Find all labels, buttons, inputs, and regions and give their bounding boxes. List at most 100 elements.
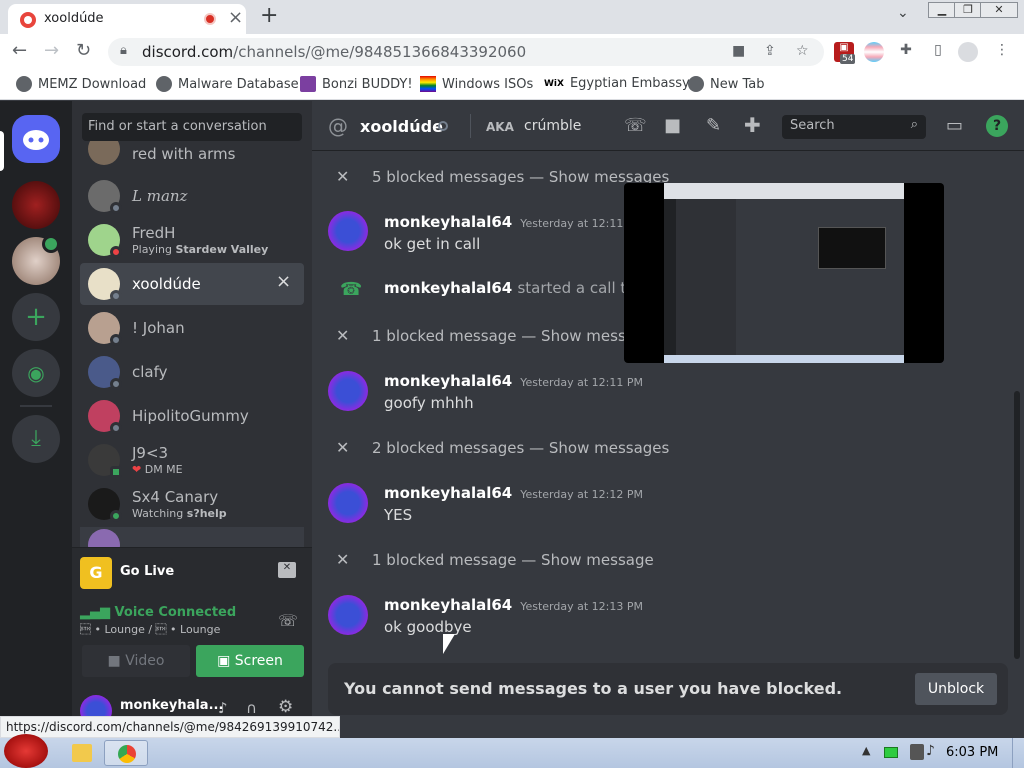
puzzle-icon[interactable]: ✚ bbox=[896, 42, 916, 62]
bookmark-star-icon[interactable]: ☆ bbox=[796, 43, 809, 59]
dm-item[interactable]: HipolitoGummy bbox=[80, 395, 304, 437]
stream-sidebar bbox=[676, 199, 736, 363]
show-desktop-button[interactable] bbox=[1012, 738, 1024, 768]
message-avatar[interactable] bbox=[328, 483, 368, 523]
tab-search-chevron-icon[interactable]: ⌄ bbox=[897, 5, 909, 21]
blocked-notice-bar: You cannot send messages to a user you h… bbox=[328, 663, 1008, 715]
add-friend-icon[interactable]: ✚ bbox=[744, 113, 761, 137]
scrollbar[interactable] bbox=[1014, 391, 1020, 659]
disconnect-icon[interactable]: ☏ bbox=[278, 611, 298, 630]
dm-name: xooldúde bbox=[132, 275, 201, 293]
explore-compass-icon[interactable]: ◉ bbox=[12, 349, 60, 397]
maximize-button[interactable]: ❐ bbox=[954, 2, 982, 18]
search-icon: ⌕ bbox=[910, 117, 918, 132]
message-text: ok get in call bbox=[384, 235, 481, 253]
url-domain: discord.com bbox=[142, 43, 234, 61]
aka-value: crúmble bbox=[524, 118, 582, 134]
profile-avatar[interactable] bbox=[958, 42, 978, 62]
clock[interactable]: 6:03 PM bbox=[946, 745, 998, 760]
new-tab-button[interactable]: + bbox=[260, 3, 278, 28]
explorer-icon[interactable] bbox=[72, 744, 92, 762]
close-window-button[interactable]: ✕ bbox=[980, 2, 1018, 18]
message-author[interactable]: monkeyhalal64 Yesterday at 12:12 PM bbox=[384, 484, 643, 502]
browser-tab[interactable]: xooldúde × bbox=[8, 4, 246, 34]
message-avatar[interactable] bbox=[328, 371, 368, 411]
message-author[interactable]: monkeyhalal64 Yesterday at 12:13 PM bbox=[384, 596, 643, 614]
tab-close-icon[interactable]: × bbox=[228, 7, 243, 28]
help-icon[interactable]: ? bbox=[986, 115, 1008, 137]
go-live-bar[interactable]: G Go Live ✕ bbox=[72, 547, 312, 597]
lock-icon[interactable]: 🔒︎ bbox=[120, 43, 127, 58]
blocked-x-icon: ✕ bbox=[336, 167, 350, 186]
inbox-icon[interactable]: ▭ bbox=[946, 115, 963, 136]
side-panel-icon[interactable]: ▯ bbox=[928, 42, 948, 62]
chrome-taskbar-button[interactable] bbox=[104, 740, 148, 766]
dm-item-partial[interactable] bbox=[80, 527, 304, 547]
start-button-icon[interactable] bbox=[4, 734, 48, 768]
voice-channel-text[interactable]:  • Lounge /  • Lounge bbox=[80, 623, 220, 636]
close-dm-icon[interactable]: × bbox=[276, 271, 291, 292]
forward-icon[interactable]: → bbox=[44, 40, 59, 61]
user-name: monkeyhala... bbox=[120, 698, 224, 713]
os-taskbar: ▲ ♪ 6:03 PM bbox=[0, 734, 1024, 768]
blocked-messages[interactable]: ✕ 5 blocked messages — Show messages bbox=[336, 167, 669, 186]
dm-item[interactable]: clafy bbox=[80, 351, 304, 393]
add-server-icon[interactable]: + bbox=[12, 293, 60, 341]
profile-flag-icon[interactable] bbox=[864, 42, 884, 62]
camera-icon[interactable]: ■ bbox=[732, 43, 745, 59]
tray-arrow-icon[interactable]: ▲ bbox=[862, 744, 870, 757]
dm-search-input[interactable]: Find or start a conversation bbox=[82, 113, 302, 141]
unblock-button[interactable]: Unblock bbox=[915, 673, 997, 705]
dm-item-selected[interactable]: xooldúde × bbox=[80, 263, 304, 305]
network-icon[interactable] bbox=[910, 744, 924, 760]
message-author[interactable]: monkeyhalal64 Yesterday at 12:11 PM bbox=[384, 372, 643, 390]
recording-icon bbox=[204, 13, 216, 25]
bookmark-memz[interactable]: MEMZ Download bbox=[16, 76, 146, 92]
dm-item[interactable]: FredH Playing Stardew Valley bbox=[80, 219, 304, 261]
bookmark-windows-isos[interactable]: Windows ISOs bbox=[420, 76, 533, 92]
extension-badge: 54 bbox=[840, 54, 856, 64]
pin-icon[interactable]: ✎ bbox=[706, 115, 721, 136]
server-icon-red[interactable] bbox=[12, 181, 60, 229]
discord-home-icon[interactable] bbox=[12, 115, 60, 163]
battery-icon[interactable] bbox=[884, 747, 898, 758]
message-text: YES bbox=[384, 506, 413, 524]
aka-label: AKA bbox=[486, 120, 514, 134]
screen-share-preview[interactable] bbox=[624, 183, 944, 363]
blocked-messages[interactable]: ✕ 1 blocked message — Show message bbox=[336, 326, 654, 345]
voice-call-icon[interactable]: ☏ bbox=[624, 115, 647, 136]
search-input[interactable]: Search ⌕ bbox=[782, 115, 926, 139]
share-icon[interactable]: ⇪ bbox=[764, 43, 776, 59]
url-text[interactable]: discord.com/channels/@me/984851366843392… bbox=[142, 43, 526, 61]
download-icon[interactable]: ⤓ bbox=[12, 415, 60, 463]
stream-icon[interactable]: ✕ bbox=[278, 562, 296, 578]
menu-icon[interactable]: ⋮ bbox=[992, 42, 1012, 62]
screen-share-button[interactable]: ▣ Screen bbox=[196, 645, 304, 677]
dm-item[interactable]: Sx4 Canary Watching s?help bbox=[80, 483, 304, 525]
dm-item[interactable]: J9<3 ❤︎ DM ME bbox=[80, 439, 304, 481]
bookmark-new-tab[interactable]: New Tab bbox=[688, 76, 765, 92]
minimize-button[interactable]: ▁ bbox=[928, 2, 956, 18]
message-author[interactable]: monkeyhalal64 Yesterday at 12:11 PM bbox=[384, 213, 643, 231]
dm-item[interactable]: red with arms bbox=[80, 141, 304, 171]
dm-item[interactable]: L manz bbox=[80, 175, 304, 217]
mic-icon[interactable]: ♪ bbox=[218, 699, 228, 717]
bookmark-malware-db[interactable]: Malware Database bbox=[156, 76, 299, 92]
tab-bar: xooldúde × + ⌄ ▁ ❐ ✕ bbox=[0, 0, 1024, 34]
address-bar[interactable]: 🔒︎ discord.com/channels/@me/984851366843… bbox=[108, 38, 824, 66]
blocked-messages[interactable]: ✕ 2 blocked messages — Show messages bbox=[336, 438, 669, 457]
bookmark-egyptian-embassy[interactable]: WiX Egyptian Embassy bbox=[544, 76, 690, 91]
reload-icon[interactable]: ↻ bbox=[76, 40, 91, 61]
headphones-icon[interactable]: ∩ bbox=[246, 699, 257, 717]
settings-gear-icon[interactable]: ⚙ bbox=[278, 697, 293, 717]
video-call-icon[interactable]: ■ bbox=[664, 115, 681, 136]
volume-icon[interactable]: ♪ bbox=[926, 743, 935, 759]
back-icon[interactable]: ← bbox=[12, 40, 27, 61]
divider bbox=[470, 114, 471, 138]
message-avatar[interactable] bbox=[328, 595, 368, 635]
bookmark-bonzi[interactable]: Bonzi BUDDY! bbox=[300, 76, 413, 92]
dm-item[interactable]: ! Johan bbox=[80, 307, 304, 349]
message-avatar[interactable] bbox=[328, 211, 368, 251]
blocked-messages[interactable]: ✕ 1 blocked message — Show message bbox=[336, 550, 654, 569]
video-button[interactable]: ■ Video bbox=[82, 645, 190, 677]
